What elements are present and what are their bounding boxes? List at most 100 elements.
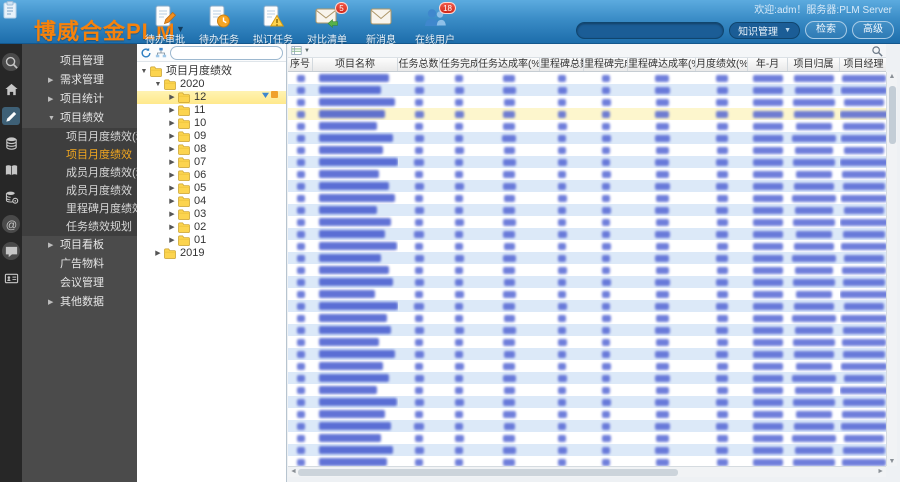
book-icon[interactable] — [2, 161, 20, 179]
tree-expander-icon[interactable]: ▶ — [167, 156, 177, 169]
clipboard-app-icon[interactable] — [2, 0, 18, 20]
tree-expander-icon[interactable]: ▶ — [167, 221, 177, 234]
column-header[interactable]: 任务达成率(%) — [478, 58, 540, 71]
menu-item[interactable]: ▶ 项目看板 — [22, 236, 137, 255]
project-name-cell[interactable] — [313, 408, 398, 420]
project-name-cell[interactable] — [313, 288, 398, 300]
tree-expander-icon[interactable]: ▶ — [167, 104, 177, 117]
search-category-dropdown[interactable]: 知识管理 ▼ — [729, 21, 800, 39]
database-gear-icon[interactable] — [2, 188, 20, 206]
tree-node[interactable]: ▶ 11 — [137, 104, 286, 117]
table-row[interactable] — [288, 228, 886, 240]
table-row[interactable] — [288, 432, 886, 444]
table-row[interactable] — [288, 408, 886, 420]
project-name-cell[interactable] — [313, 228, 398, 240]
columns-menu-button[interactable]: ▼ — [291, 45, 310, 56]
tree-node[interactable]: ▼ 2020 — [137, 78, 286, 91]
vertical-scroll-thumb[interactable] — [889, 86, 896, 144]
column-header[interactable]: 序号 — [288, 58, 313, 71]
scroll-left-icon[interactable]: ◄ — [290, 467, 297, 477]
project-name-cell[interactable] — [313, 348, 398, 360]
users-button[interactable]: 在线用户 18 — [408, 2, 462, 46]
project-name-cell[interactable] — [313, 204, 398, 216]
project-name-cell[interactable] — [313, 336, 398, 348]
scroll-down-icon[interactable]: ▼ — [887, 458, 897, 465]
tree-search-input[interactable] — [170, 45, 283, 60]
tree-node[interactable]: ▶ 10 — [137, 117, 286, 130]
menu-item[interactable]: 成员月度绩效(动态) — [22, 164, 161, 182]
locate-down-icon[interactable] — [262, 92, 269, 98]
tree-node[interactable]: ▶ 04 — [137, 195, 286, 208]
horizontal-scrollbar[interactable]: ◄ ► — [288, 466, 886, 477]
menu-item[interactable]: 里程碑月度绩效 — [22, 200, 143, 218]
project-name-cell[interactable] — [313, 432, 398, 444]
table-row[interactable] — [288, 324, 886, 336]
table-row[interactable] — [288, 360, 886, 372]
project-name-cell[interactable] — [313, 360, 398, 372]
table-row[interactable] — [288, 120, 886, 132]
menu-item[interactable]: ▶ 其他数据 — [22, 293, 137, 312]
tree-node[interactable]: ▶ 01 — [137, 234, 286, 247]
tree-node[interactable]: ▶ 06 — [137, 169, 286, 182]
table-row[interactable] — [288, 420, 886, 432]
org-tree-icon[interactable] — [155, 47, 167, 59]
project-name-cell[interactable] — [313, 384, 398, 396]
project-name-cell[interactable] — [313, 324, 398, 336]
project-name-cell[interactable] — [313, 264, 398, 276]
column-header[interactable]: 年-月 — [748, 58, 788, 71]
tree-expander-icon[interactable]: ▶ — [167, 169, 177, 182]
tree-node[interactable]: ▶ 2019 — [137, 247, 286, 260]
column-header[interactable]: 里程碑达成率(%) — [628, 58, 696, 71]
project-name-cell[interactable] — [313, 396, 398, 408]
table-row[interactable] — [288, 372, 886, 384]
project-name-cell[interactable] — [313, 456, 398, 466]
search-button[interactable]: 检索 — [805, 21, 847, 39]
menu-item[interactable]: 项目月度绩效(动态) — [22, 128, 161, 146]
table-row[interactable] — [288, 264, 886, 276]
tree-expander-icon[interactable]: ▶ — [167, 143, 177, 156]
table-row[interactable] — [288, 84, 886, 96]
scroll-right-icon[interactable]: ► — [877, 467, 884, 477]
project-name-cell[interactable] — [313, 276, 398, 288]
table-search-icon[interactable] — [871, 45, 883, 57]
tree-expander-icon[interactable]: ▼ — [153, 78, 163, 91]
tree-node[interactable]: ▶ 03 — [137, 208, 286, 221]
mail-button[interactable]: 新消息 — [354, 4, 408, 46]
tree-node[interactable]: ▶ 05 — [137, 182, 286, 195]
advanced-search-button[interactable]: 高级 — [852, 21, 894, 39]
project-name-cell[interactable] — [313, 168, 398, 180]
column-header[interactable]: 任务总数 — [398, 58, 440, 71]
table-row[interactable] — [288, 144, 886, 156]
project-name-cell[interactable] — [313, 108, 398, 120]
refresh-icon[interactable] — [140, 47, 152, 59]
project-name-cell[interactable] — [313, 216, 398, 228]
project-name-cell[interactable] — [313, 72, 398, 84]
table-row[interactable] — [288, 132, 886, 144]
menu-item[interactable]: 会议管理 — [22, 274, 137, 293]
project-name-cell[interactable] — [313, 84, 398, 96]
project-name-cell[interactable] — [313, 156, 398, 168]
table-row[interactable] — [288, 348, 886, 360]
tree-expander-icon[interactable]: ▶ — [167, 117, 177, 130]
project-name-cell[interactable] — [313, 144, 398, 156]
column-header[interactable]: 项目归属 — [788, 58, 840, 71]
search-globe-icon[interactable] — [2, 53, 20, 71]
locate-folder-icon[interactable] — [271, 91, 278, 98]
table-row[interactable] — [288, 288, 886, 300]
global-search-input[interactable] — [576, 21, 725, 39]
tree-node[interactable]: ▶ 07 — [137, 156, 286, 169]
edit-icon[interactable] — [2, 107, 20, 125]
column-header[interactable]: 项目经理 — [840, 58, 886, 71]
project-name-cell[interactable] — [313, 192, 398, 204]
project-name-cell[interactable] — [313, 252, 398, 264]
menu-item[interactable]: 任务绩效规划 — [22, 218, 137, 236]
tree-expander-icon[interactable]: ▶ — [167, 208, 177, 221]
menu-item[interactable]: 项目月度绩效 — [22, 146, 137, 164]
tree-node[interactable]: ▶ 09 — [137, 130, 286, 143]
tree-expander-icon[interactable]: ▶ — [167, 91, 177, 104]
table-row[interactable] — [288, 108, 886, 120]
tree-expander-icon[interactable]: ▶ — [167, 195, 177, 208]
table-row[interactable] — [288, 336, 886, 348]
column-header[interactable]: 项目名称 — [313, 58, 398, 71]
table-row[interactable] — [288, 252, 886, 264]
